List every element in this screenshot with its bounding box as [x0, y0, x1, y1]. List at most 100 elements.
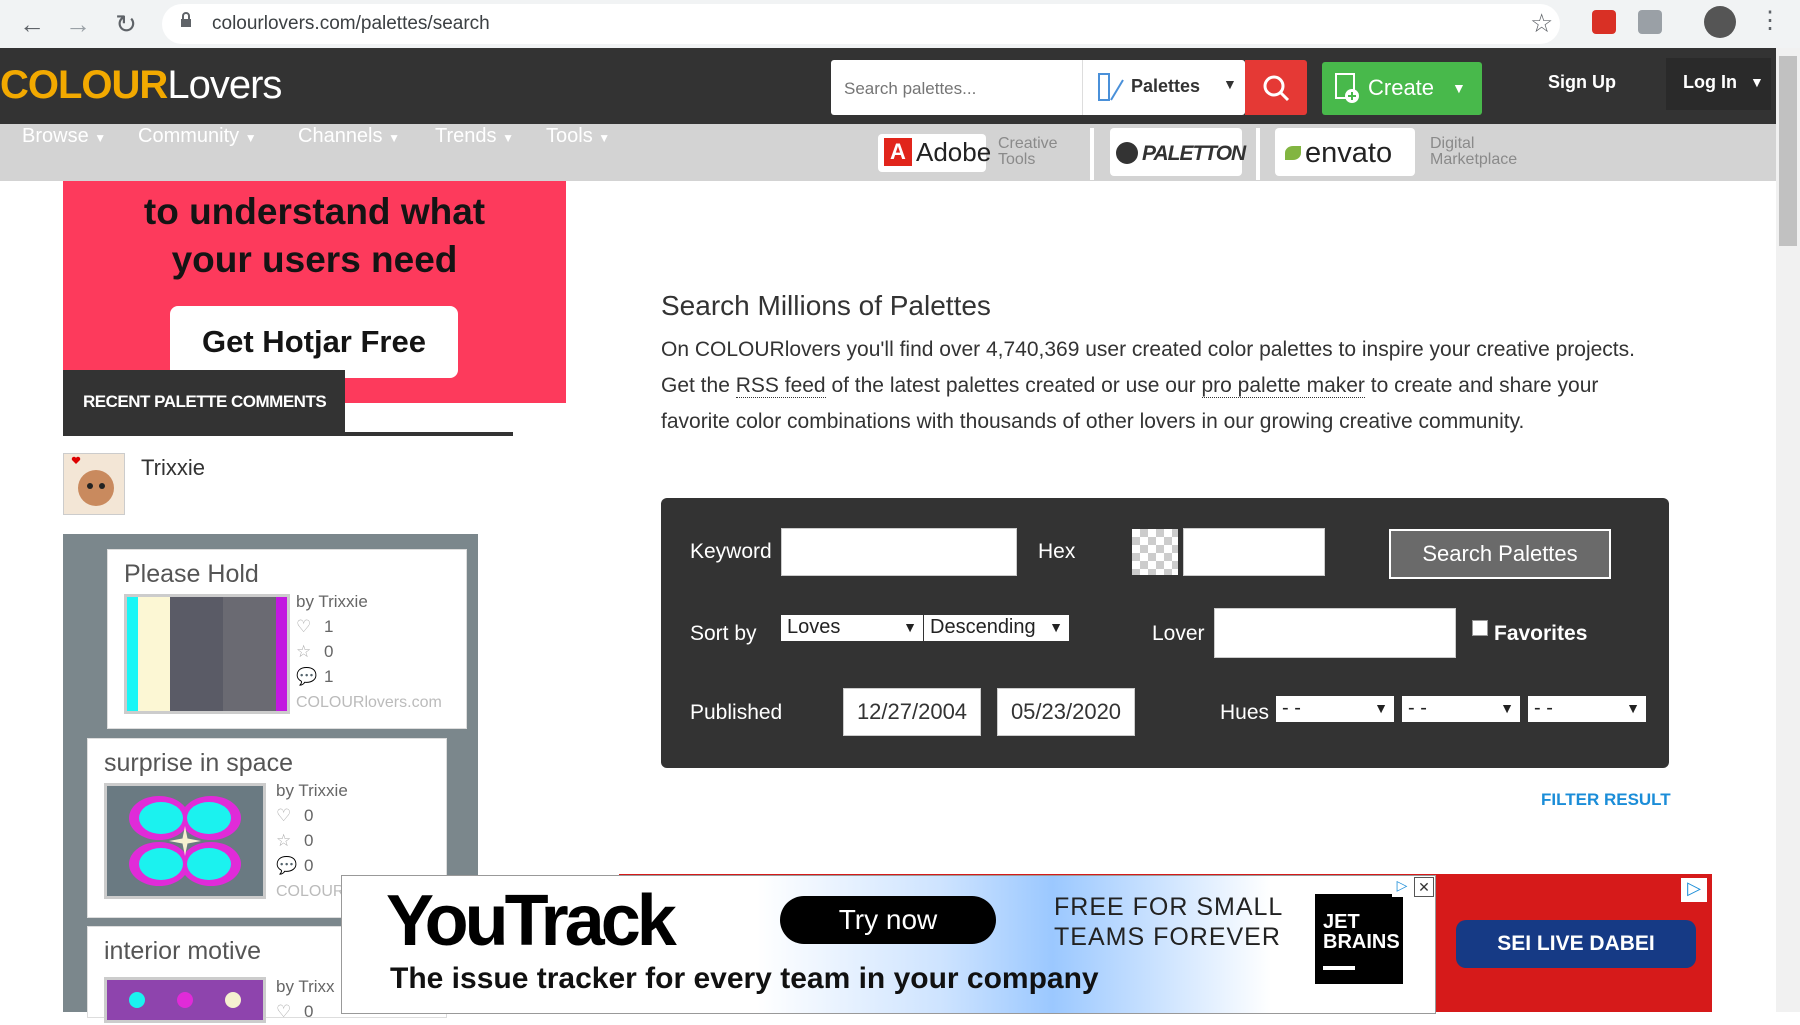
loves-count: 0 — [304, 1002, 314, 1021]
date-to-input[interactable]: 05/23/2020 — [997, 688, 1135, 736]
nav-community[interactable]: Community ▼ — [138, 124, 257, 150]
jetbrains-logo: JET BRAINS — [1315, 894, 1403, 984]
hue-select-1[interactable]: - - ▼ — [1276, 696, 1394, 722]
envato-sub-2: Marketplace — [1430, 151, 1518, 168]
address-url[interactable]: colourlovers.com/palettes/search — [212, 13, 490, 35]
sponsor-paletton[interactable]: PALETTON — [1110, 128, 1246, 176]
red-ad-cta[interactable]: SEI LIVE DABEI — [1456, 920, 1696, 968]
youtrack-try-button[interactable]: Try now — [780, 896, 996, 944]
hue-value-1: - - — [1282, 697, 1301, 719]
hex-color-preview[interactable] — [1132, 529, 1178, 575]
hex-input[interactable] — [1183, 528, 1325, 576]
nav-trends[interactable]: Trends ▼ — [435, 124, 514, 150]
chevron-down-icon: ▼ — [94, 131, 107, 145]
hue-select-3[interactable]: - - ▼ — [1528, 696, 1646, 722]
section-divider — [63, 432, 513, 436]
adchoices-icon[interactable]: ▷ — [1392, 877, 1412, 897]
add-file-icon — [1335, 73, 1359, 103]
search-type-label: Palettes — [1131, 76, 1201, 96]
palette-maker-link[interactable]: pro palette maker — [1201, 374, 1365, 398]
sortby-label: Sort by — [690, 622, 757, 645]
hotjar-cta-button[interactable]: Get Hotjar Free — [170, 306, 458, 378]
keyword-input[interactable] — [781, 528, 1017, 576]
site-logo[interactable]: COLOURLovers — [0, 63, 282, 108]
page-title: Search Millions of Palettes — [661, 290, 991, 321]
extension-icon-2[interactable] — [1638, 10, 1662, 34]
desc-part-2: of the latest palettes created or use ou… — [825, 374, 1202, 397]
nav-channels[interactable]: Channels ▼ — [298, 124, 400, 150]
date-from-input[interactable]: 12/27/2004 — [843, 688, 981, 736]
palette-color-1 — [127, 597, 138, 711]
nav-browse[interactable]: Browse ▼ — [22, 124, 106, 150]
palette-title[interactable]: interior motive — [104, 937, 261, 966]
nav-tools[interactable]: Tools ▼ — [546, 124, 610, 150]
extension-icon[interactable] — [1592, 10, 1616, 34]
palette-pattern[interactable] — [104, 977, 266, 1023]
palette-color-3 — [169, 597, 223, 711]
lover-input[interactable] — [1214, 608, 1456, 658]
logo-colour: COLOUR — [0, 63, 168, 107]
menu-kebab-icon[interactable]: ⋮ — [1758, 6, 1782, 35]
palette-pattern[interactable] — [104, 783, 266, 899]
search-input[interactable] — [842, 60, 1076, 117]
search-type-dropdown[interactable]: Palettes ▼ — [1082, 60, 1245, 115]
rss-feed-link[interactable]: RSS feed — [735, 374, 826, 398]
hotjar-ad-text: to understand what your users need — [63, 188, 566, 284]
youtrack-subtitle: The issue tracker for every team in your… — [390, 962, 1099, 995]
profile-avatar[interactable] — [1704, 6, 1736, 38]
bookmark-star-icon[interactable]: ☆ — [1530, 8, 1553, 39]
comment-username[interactable]: Trixxie — [141, 455, 205, 481]
lock-icon — [181, 12, 191, 27]
forward-icon[interactable]: → — [62, 8, 94, 40]
adchoices-icon[interactable]: ▷ — [1681, 878, 1707, 902]
hotjar-line-2: your users need — [171, 239, 458, 280]
search-palettes-button[interactable]: Search Palettes — [1389, 529, 1611, 579]
user-avatar[interactable] — [63, 453, 125, 515]
search-button[interactable] — [1245, 60, 1307, 115]
sponsor-divider — [1256, 128, 1260, 180]
nav-channels-label: Channels — [298, 125, 383, 147]
palette-title[interactable]: Please Hold — [124, 560, 259, 589]
chevron-down-icon: ▼ — [1452, 80, 1466, 96]
palette-title[interactable]: surprise in space — [104, 749, 293, 778]
login-button[interactable]: Log In ▼ — [1666, 58, 1771, 110]
palette-author[interactable]: by Trixx — [276, 977, 335, 997]
hotjar-line-1: to understand what — [143, 191, 486, 232]
reload-icon[interactable]: ↻ — [110, 8, 142, 40]
chevron-down-icon: ▼ — [244, 131, 257, 145]
hue-value-3: - - — [1534, 697, 1553, 719]
scrollbar-thumb[interactable] — [1779, 56, 1797, 246]
chevron-down-icon: ▼ — [388, 131, 400, 145]
close-ad-icon[interactable]: ✕ — [1414, 877, 1434, 897]
signup-link[interactable]: Sign Up — [1548, 72, 1616, 93]
filter-result-link[interactable]: FILTER RESULT — [1541, 790, 1671, 810]
sponsor-adobe[interactable]: A Adobe Creative Tools — [870, 128, 1090, 176]
favorites-count: 0 — [304, 831, 314, 850]
palette-card[interactable]: Please Hold by Trixxie ♡ 1 ☆ 0 💬 1 COLOU… — [107, 549, 467, 729]
chevron-down-icon: ▼ — [1049, 619, 1063, 635]
envato-leaf-icon — [1285, 146, 1301, 160]
free-line-1: FREE FOR SMALL — [1054, 893, 1284, 921]
favorites-checkbox[interactable] — [1472, 620, 1488, 636]
favorites-label: Favorites — [1494, 622, 1588, 645]
palette-swatch[interactable] — [124, 594, 290, 714]
hues-label: Hues — [1220, 701, 1270, 724]
comments-count: 1 — [324, 667, 334, 686]
recent-comments-header: RECENT PALETTE COMMENTS — [63, 370, 345, 434]
sponsor-divider — [1090, 128, 1094, 180]
sort-order-select[interactable]: Descending ▼ — [924, 615, 1069, 641]
comment-icon: 💬 — [276, 856, 298, 875]
hue-select-2[interactable]: - - ▼ — [1402, 696, 1520, 722]
nav-tools-label: Tools — [546, 125, 593, 147]
back-icon[interactable]: ← — [16, 8, 48, 40]
free-line-2: TEAMS FOREVER — [1054, 923, 1281, 951]
palette-color-2 — [137, 597, 170, 711]
sponsor-envato[interactable]: envato — [1275, 128, 1415, 176]
loves-count: 0 — [304, 806, 314, 825]
sort-field-select[interactable]: Loves ▼ — [781, 615, 923, 641]
create-button[interactable]: Create ▼ — [1322, 62, 1482, 115]
palette-author[interactable]: by Trixxie — [276, 781, 348, 801]
brains-text: BRAINS — [1323, 931, 1400, 953]
palette-author[interactable]: by Trixxie — [296, 592, 368, 612]
chevron-down-icon: ▼ — [903, 619, 917, 635]
